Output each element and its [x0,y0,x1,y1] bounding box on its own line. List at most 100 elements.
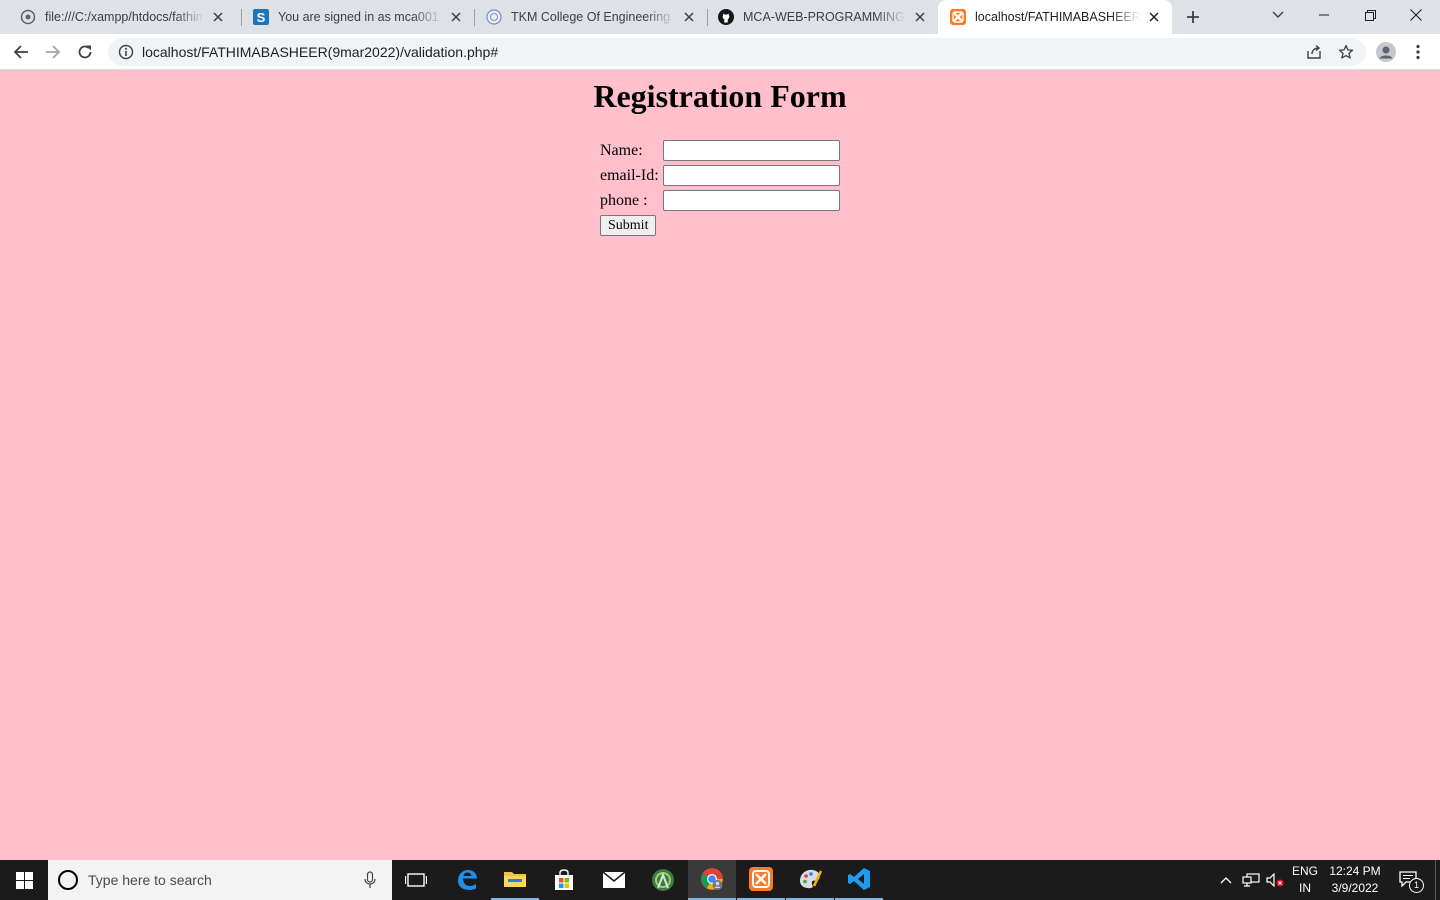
name-label: Name: [600,142,643,159]
reload-icon [78,45,92,59]
forward-button[interactable] [39,38,67,66]
clock-button[interactable]: 12:24 PM 3/9/2022 [1322,860,1388,900]
email-field[interactable] [663,165,840,186]
android-studio-icon [652,869,674,891]
globe-icon [20,9,36,25]
chevron-down-icon [1272,11,1284,18]
s-logo-icon: S [253,9,269,25]
microphone-icon[interactable] [364,871,376,889]
clock-time: 12:24 PM [1329,864,1381,878]
phone-field[interactable] [663,190,840,211]
action-center-button[interactable]: 1 [1390,860,1428,900]
browser-tab[interactable]: MCA-WEB-PROGRAMMING/fat [708,0,938,34]
close-window-button[interactable] [1393,0,1439,30]
taskbar-file-explorer[interactable] [491,860,539,900]
arrow-left-icon [13,45,28,59]
browser-tab[interactable]: file:///C:/xampp/htdocs/fathima [8,0,236,34]
info-icon[interactable] [118,44,134,60]
close-tab-icon[interactable] [210,9,226,25]
page-title: Registration Form [593,78,847,114]
profile-avatar-icon [1376,42,1396,62]
close-tab-icon[interactable] [1146,9,1162,25]
tab-title: localhost/FATHIMABASHEER(9m [975,10,1140,24]
store-icon [555,869,573,890]
taskbar-vscode[interactable] [835,860,883,900]
taskbar-mail[interactable] [590,860,638,900]
web-page: Registration Form Name: email-Id: phone … [0,70,1440,860]
browser-tab[interactable]: TKM College Of Engineering [475,0,707,34]
kebab-menu-icon [1416,44,1420,60]
xampp-icon [950,9,966,25]
taskbar-xampp[interactable] [737,860,785,900]
edge-icon [458,870,477,890]
close-icon [1410,9,1422,21]
share-icon[interactable] [1306,44,1322,60]
xampp-icon [749,867,773,891]
start-button[interactable] [0,860,48,900]
phone-label: phone : [600,192,648,209]
close-tab-icon[interactable] [912,9,928,25]
tab-title: You are signed in as mca001 [278,10,439,24]
browser-toolbar: localhost/FATHIMABASHEER(9mar2022)/valid… [0,34,1440,70]
name-field[interactable] [663,140,840,161]
github-icon [718,9,734,25]
language-code: ENG [1291,864,1318,878]
browser-tab[interactable]: S You are signed in as mca001 [242,0,474,34]
close-tab-icon[interactable] [681,9,697,25]
svg-text:S: S [257,10,266,25]
menu-button[interactable] [1404,38,1432,66]
url-text: localhost/FATHIMABASHEER(9mar2022)/valid… [142,44,499,60]
file-explorer-icon [504,872,526,887]
clock-date: 3/9/2022 [1331,881,1379,895]
search-placeholder: Type here to search [88,872,212,888]
tab-strip: file:///C:/xampp/htdocs/fathima S You ar… [0,0,1440,34]
windows-logo-icon [15,871,33,889]
college-seal-icon [486,9,502,25]
tab-title: file:///C:/xampp/htdocs/fathima [45,10,204,24]
restore-button[interactable] [1347,0,1393,30]
task-view-button[interactable] [392,860,440,900]
new-tab-button[interactable] [1182,6,1204,28]
restore-icon [1364,9,1376,21]
email-label: email-Id: [600,167,659,184]
input-language-button[interactable]: ENG IN [1288,860,1322,900]
reload-button[interactable] [71,38,99,66]
cortana-icon [58,870,78,890]
plus-icon [1187,11,1199,23]
chrome-icon [701,868,723,890]
back-button[interactable] [7,38,35,66]
network-status-button[interactable] [1240,860,1262,900]
close-tab-icon[interactable] [448,9,464,25]
show-hidden-icons-button[interactable] [1216,860,1236,900]
volume-button[interactable] [1264,860,1286,900]
region-code: IN [1299,881,1311,895]
network-icon [1242,873,1260,887]
notification-count-badge: 1 [1409,878,1424,893]
minimize-button[interactable] [1301,0,1347,30]
minimize-icon [1319,14,1329,16]
taskbar-paint[interactable] [786,860,834,900]
volume-muted-icon [1266,873,1284,887]
task-view-icon [405,873,427,887]
windows-taskbar: Type here to search ENG IN 12:24 PM 3/9/… [0,860,1440,900]
taskbar-chrome[interactable] [688,860,736,900]
tab-search-button[interactable] [1255,0,1301,30]
star-icon[interactable] [1338,44,1354,60]
paint-icon [800,869,823,889]
taskbar-android-studio[interactable] [639,860,687,900]
browser-tab-active[interactable]: localhost/FATHIMABASHEER(9m [938,0,1172,34]
chevron-up-icon [1220,877,1232,884]
notification-icon: 1 [1399,871,1424,893]
mail-icon [602,871,626,888]
tab-title: MCA-WEB-PROGRAMMING/fat [743,10,906,24]
tab-title: TKM College Of Engineering [511,10,671,24]
taskbar-store[interactable] [540,860,588,900]
profile-button[interactable] [1372,38,1400,66]
taskbar-edge[interactable] [443,860,491,900]
arrow-right-icon [46,45,61,59]
taskbar-search-box[interactable]: Type here to search [48,860,392,900]
address-bar[interactable]: localhost/FATHIMABASHEER(9mar2022)/valid… [108,38,1366,66]
vscode-icon [848,868,870,890]
submit-button[interactable]: Submit [600,215,657,236]
show-desktop-button[interactable] [1435,860,1440,900]
